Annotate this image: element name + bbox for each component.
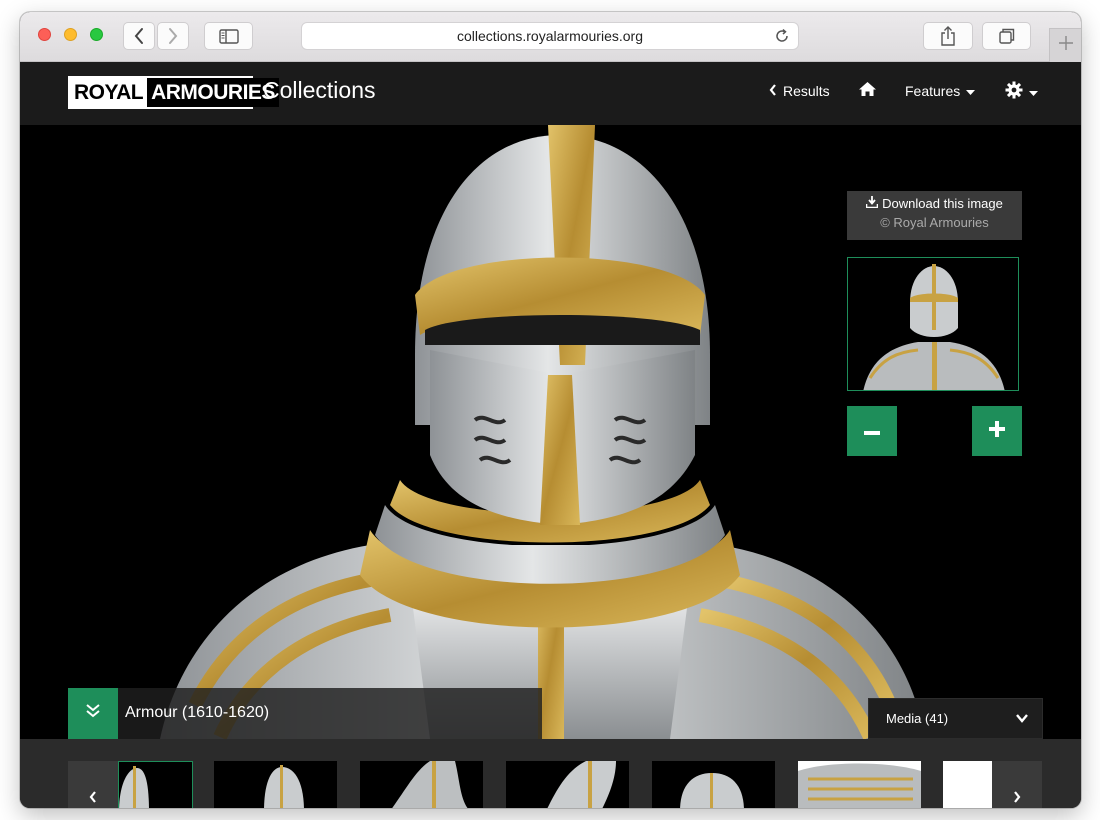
address-bar[interactable]: collections.royalarmouries.org: [301, 22, 799, 50]
caret-down-icon: [1029, 84, 1038, 100]
settings-menu[interactable]: [1005, 81, 1038, 102]
media-thumbnail[interactable]: [943, 761, 993, 808]
copyright-text: © Royal Armouries: [880, 215, 989, 230]
site-name[interactable]: Collections: [263, 77, 376, 104]
thumbnails-next-button[interactable]: [992, 761, 1042, 808]
share-icon: [940, 26, 956, 46]
site-header: ROYAL ARMOURIES Collections Results Feat…: [20, 62, 1081, 125]
caret-down-icon: [966, 83, 976, 99]
features-menu[interactable]: Features: [905, 83, 976, 99]
logo-text-royal: ROYAL: [70, 78, 148, 107]
chevron-down-icon: [1016, 711, 1028, 726]
home-icon: [858, 81, 877, 100]
media-dropdown[interactable]: Media (41): [868, 698, 1043, 739]
back-icon: [133, 27, 145, 45]
chevron-left-icon: [769, 83, 777, 99]
thumbnail-armour-detail-image: [798, 763, 921, 808]
zoom-out-button[interactable]: [847, 406, 897, 456]
media-thumbnail[interactable]: [214, 761, 337, 808]
minus-icon: [864, 422, 880, 440]
royal-armouries-logo[interactable]: ROYAL ARMOURIES: [68, 76, 279, 109]
home-link[interactable]: [858, 81, 877, 100]
new-tab-button[interactable]: [1049, 28, 1081, 62]
thumbnail-helmet-image: [392, 761, 468, 808]
forward-button[interactable]: [157, 22, 189, 50]
gear-icon: [1005, 81, 1023, 102]
image-navigator-thumbnail[interactable]: [847, 257, 1019, 391]
download-icon: [865, 196, 879, 211]
download-image-link[interactable]: Download this image: [847, 196, 1022, 211]
media-thumbnail[interactable]: [118, 761, 193, 808]
url-text: collections.royalarmouries.org: [457, 28, 643, 44]
results-link[interactable]: Results: [769, 83, 830, 99]
sidebar-icon: [218, 28, 239, 44]
features-label: Features: [905, 83, 961, 99]
sidebar-button[interactable]: [204, 22, 253, 50]
zoom-in-button[interactable]: [972, 406, 1022, 456]
object-title-bar: Armour (1610-1620): [68, 688, 542, 739]
download-label: Download this image: [882, 196, 1003, 211]
thumbnail-helmet-image: [264, 765, 304, 808]
expand-details-button[interactable]: [68, 688, 118, 739]
close-window-button[interactable]: [38, 28, 51, 41]
thumbnail-helmet-image: [119, 766, 149, 808]
media-thumbnail[interactable]: [798, 761, 921, 808]
results-label: Results: [783, 83, 830, 99]
media-thumbnail[interactable]: [506, 761, 629, 808]
double-chevron-down-icon: [86, 704, 100, 723]
thumbnail-helmet-image: [547, 761, 616, 808]
minimize-window-button[interactable]: [64, 28, 77, 41]
maximize-window-button[interactable]: [90, 28, 103, 41]
plus-icon: [989, 420, 1005, 442]
reload-icon[interactable]: [774, 28, 790, 47]
browser-toolbar: collections.royalarmouries.org: [20, 12, 1081, 62]
browser-window: collections.royalarmouries.org ROYAL ARM…: [20, 12, 1081, 808]
chevron-right-icon: [1013, 790, 1021, 808]
download-panel[interactable]: Download this image © Royal Armouries: [847, 191, 1022, 240]
media-thumbnail[interactable]: [652, 761, 775, 808]
share-button[interactable]: [923, 22, 973, 50]
tabs-icon: [998, 27, 1016, 45]
tabs-button[interactable]: [982, 22, 1031, 50]
media-thumbnail[interactable]: [360, 761, 483, 808]
thumbnail-helmet-image: [680, 773, 744, 808]
media-thumbnail-strip: [20, 739, 1081, 808]
new-tab-icon: [1058, 35, 1074, 56]
image-viewer[interactable]: Download this image © Royal Armouries Ar…: [20, 125, 1081, 739]
forward-icon: [167, 27, 179, 45]
navigator-armour-image: [863, 264, 1005, 390]
chevron-left-icon: [89, 790, 97, 808]
thumbnails-prev-button[interactable]: [68, 761, 118, 808]
logo-text-armouries: ARMOURIES: [147, 78, 279, 107]
object-title: Armour (1610-1620): [125, 704, 270, 721]
media-label: Media (41): [886, 711, 949, 726]
back-button[interactable]: [123, 22, 155, 50]
